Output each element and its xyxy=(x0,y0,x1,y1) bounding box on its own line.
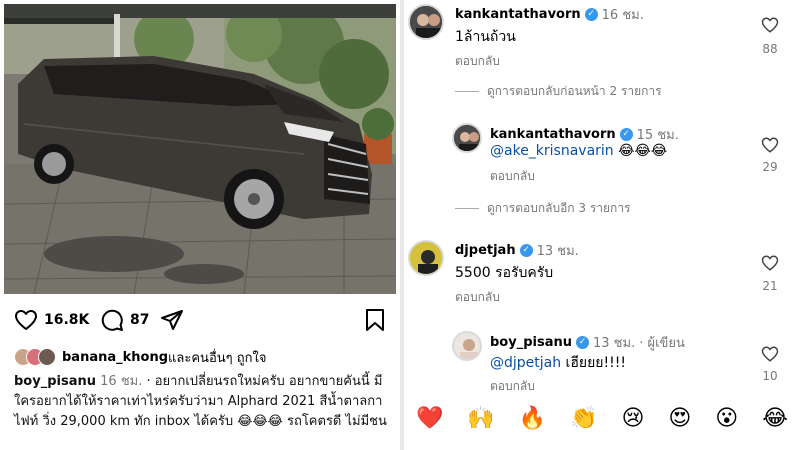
comment-like-count: 21 xyxy=(762,279,778,293)
reply-button[interactable]: ตอบกลับ xyxy=(455,52,500,71)
comment-body: เฮียยย!!!! xyxy=(561,355,626,371)
emoji-reaction-bar: ❤️ 🙌 🔥 👏 😢 😍 😮 😂 xyxy=(404,400,800,436)
emoji-heart-eyes[interactable]: 😍 xyxy=(668,406,691,431)
comment-like-icon[interactable] xyxy=(761,345,779,363)
reply-button[interactable]: ตอบกลับ xyxy=(490,167,535,186)
caption-time: 16 ชม. xyxy=(100,374,143,389)
comment-like-icon[interactable] xyxy=(761,254,779,272)
view-replies-button[interactable]: ดูการตอบกลับก่อนหน้า 2 รายการ xyxy=(455,82,662,101)
emoji-surprised[interactable]: 😮 xyxy=(715,406,738,431)
share-action[interactable] xyxy=(160,306,184,334)
post-action-bar: 16.8K 87 xyxy=(14,306,386,334)
emoji-clap[interactable]: 👏 xyxy=(570,406,597,431)
comment-like-count: 88 xyxy=(762,42,778,56)
comment-action[interactable]: 87 xyxy=(100,306,149,334)
liked-by-suffix: และคนอื่นๆ ถูกใจ xyxy=(168,350,267,366)
replies-line xyxy=(455,208,479,209)
emoji-heart[interactable]: ❤️ xyxy=(416,406,443,431)
replies-line xyxy=(455,91,479,92)
comment-text: @ake_krisnavarin 😂😂😂 xyxy=(490,143,667,159)
bookmark-icon[interactable] xyxy=(364,308,386,332)
send-icon[interactable] xyxy=(160,308,184,332)
reply-button[interactable]: ตอบกลับ xyxy=(490,377,535,396)
comment-username[interactable]: kankantathavorn ✓ 16 ชม. xyxy=(455,4,644,25)
comment-like-icon[interactable] xyxy=(761,136,779,154)
comment-text: 5500 รอรับครับ xyxy=(455,265,554,281)
post-photo[interactable] xyxy=(4,4,396,294)
comment-count: 87 xyxy=(130,312,150,328)
comment-time: 16 ชม. xyxy=(601,8,644,23)
emoji-fire[interactable]: 🔥 xyxy=(519,406,546,431)
comment-like-count: 10 xyxy=(762,369,778,383)
emoji-crying[interactable]: 😢 xyxy=(621,406,644,431)
comment-time: 13 ชม. xyxy=(536,244,579,259)
view-replies-label[interactable]: ดูการตอบกลับอีก 3 รายการ xyxy=(487,199,631,218)
mention-link[interactable]: @djpetjah xyxy=(490,355,561,371)
comment-like-icon[interactable] xyxy=(761,16,779,34)
author-tag: · ผู้เขียน xyxy=(639,336,685,351)
username-text[interactable]: boy_pisanu xyxy=(490,335,572,350)
comment-icon[interactable] xyxy=(100,308,124,332)
avatar[interactable] xyxy=(452,123,482,153)
post-caption: boy_pisanu 16 ชม. · อยากเปลี่ยนรถใหม่ครั… xyxy=(14,372,390,432)
like-action[interactable]: 16.8K xyxy=(14,306,89,334)
comment-username[interactable]: djpetjah ✓ 13 ชม. xyxy=(455,240,579,261)
avatar[interactable] xyxy=(452,331,482,361)
emoji-laughing[interactable]: 😂 xyxy=(762,406,788,431)
mention-link[interactable]: @ake_krisnavarin xyxy=(490,143,614,159)
save-action[interactable] xyxy=(364,306,386,334)
comment-time: 15 ชม. xyxy=(636,128,679,143)
comment-text: @djpetjah เฮียยย!!!! xyxy=(490,352,626,374)
avatar[interactable] xyxy=(408,4,444,40)
like-count: 16.8K xyxy=(44,312,90,328)
liker-avatars xyxy=(14,348,56,366)
avatar xyxy=(38,348,56,366)
heart-icon[interactable] xyxy=(14,308,38,332)
comment-body: 😂😂😂 xyxy=(613,143,668,159)
comment-text: 1ล้านถ้วน xyxy=(455,29,516,45)
view-replies-button[interactable]: ดูการตอบกลับอีก 3 รายการ xyxy=(455,199,631,218)
caption-username[interactable]: boy_pisanu xyxy=(14,374,96,389)
emoji-raised-hands[interactable]: 🙌 xyxy=(467,406,494,431)
verified-badge-icon: ✓ xyxy=(619,128,633,141)
verified-badge-icon: ✓ xyxy=(576,336,589,349)
username-text[interactable]: kankantathavorn xyxy=(490,127,616,142)
comment-time: 13 ชม. xyxy=(593,336,636,351)
username-text[interactable]: djpetjah xyxy=(455,243,516,258)
verified-badge-icon: ✓ xyxy=(519,244,533,257)
comment-username[interactable]: boy_pisanu ✓ 13 ชม. · ผู้เขียน xyxy=(490,332,685,353)
liked-by-username[interactable]: banana_khong xyxy=(62,350,168,365)
comment-like-count: 29 xyxy=(762,160,778,174)
reply-button[interactable]: ตอบกลับ xyxy=(455,288,500,307)
verified-badge-icon: ✓ xyxy=(584,8,598,21)
view-replies-label[interactable]: ดูการตอบกลับก่อนหน้า 2 รายการ xyxy=(487,82,662,101)
avatar[interactable] xyxy=(408,240,444,276)
username-text[interactable]: kankantathavorn xyxy=(455,7,581,22)
comment-username[interactable]: kankantathavorn ✓ 15 ชม. xyxy=(490,124,679,145)
liked-by-line[interactable]: banana_khong และคนอื่นๆ ถูกใจ xyxy=(14,346,266,368)
panel-divider xyxy=(400,0,404,450)
